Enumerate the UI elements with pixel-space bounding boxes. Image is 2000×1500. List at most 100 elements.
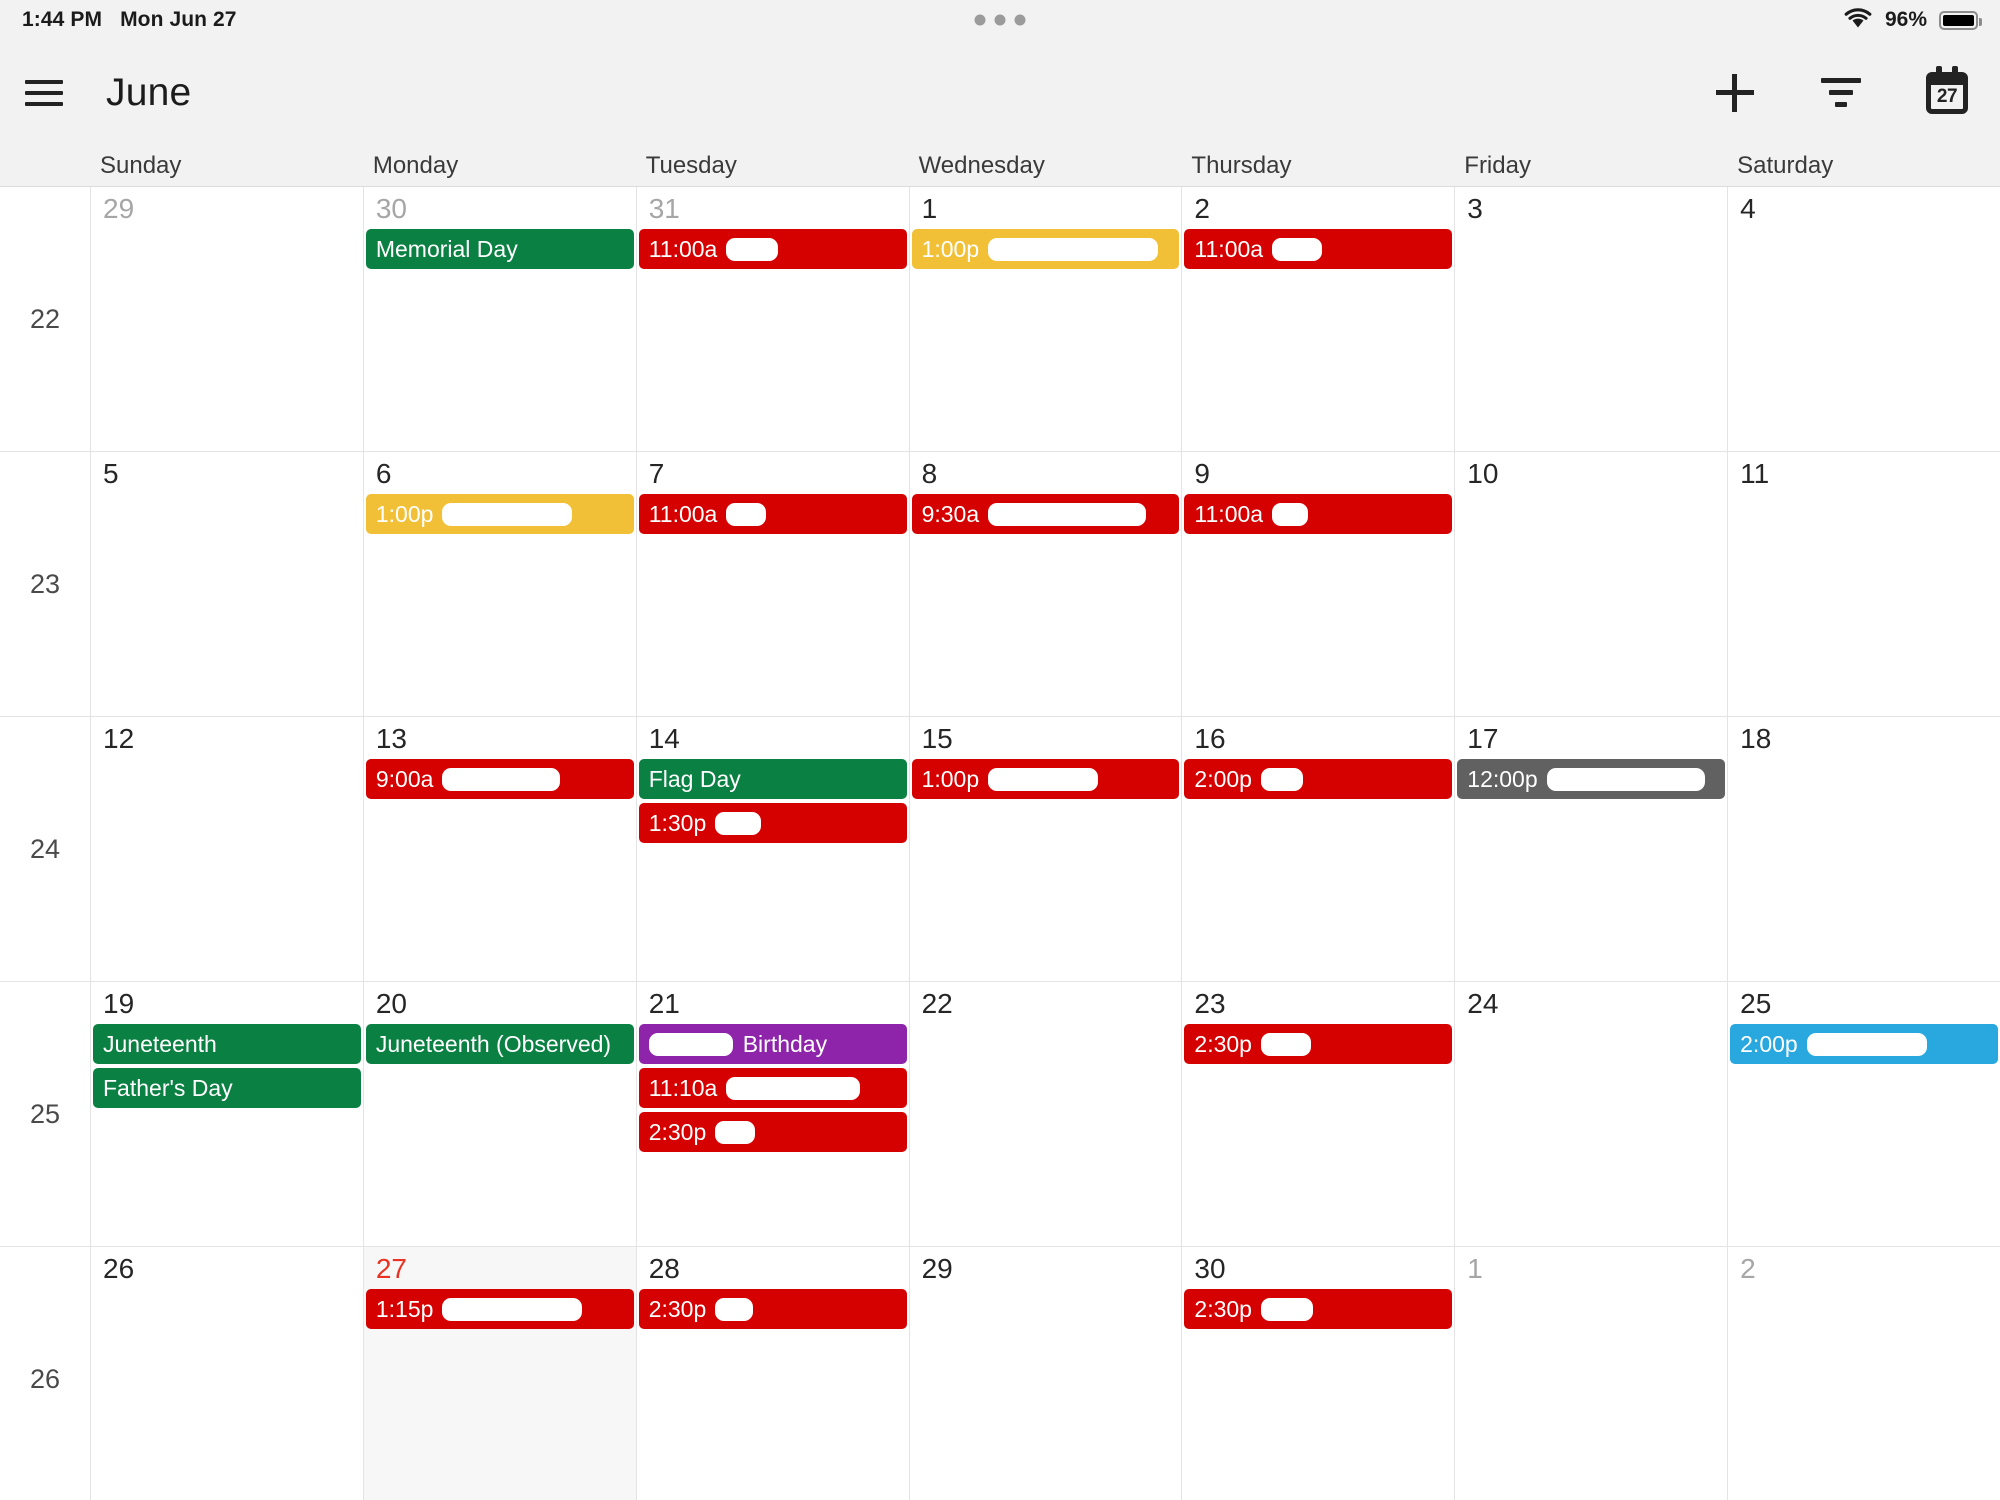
event-time: 1:15p [375, 1295, 434, 1322]
day-cell[interactable]: 1 [1454, 1247, 1727, 1500]
day-cell[interactable]: 11 [1727, 452, 2000, 717]
calendar-event[interactable]: 9:00a [365, 759, 634, 800]
event-title: Father's Day [103, 1074, 233, 1101]
day-cell[interactable]: 3 [1454, 187, 1728, 452]
day-cell[interactable]: 26 [90, 1247, 363, 1500]
day-cell[interactable]: 25 2:00p [1727, 982, 2000, 1247]
app-bar: June 27 [0, 40, 2000, 145]
calendar-event[interactable]: 2:00p [1730, 1024, 1998, 1065]
day-cell[interactable]: 30 Memorial Day [362, 187, 636, 452]
plus-icon [1716, 73, 1754, 112]
day-number: 9 [1194, 458, 1210, 489]
day-cell[interactable]: 27 1:15p [362, 1247, 636, 1500]
day-cell[interactable]: 5 [90, 452, 363, 717]
calendar-event[interactable]: Juneteenth [93, 1024, 361, 1065]
wifi-icon [1843, 7, 1873, 34]
redacted-event-title [1806, 1032, 1927, 1056]
redacted-event-title [715, 1120, 756, 1144]
day-cell[interactable]: 23 2:30p [1181, 982, 1455, 1247]
day-number: 2 [1194, 193, 1210, 224]
calendar-today-icon-number: 27 [1936, 85, 1958, 107]
day-cell[interactable]: 31 11:00a [635, 187, 909, 452]
calendar-event[interactable]: 1:00p [365, 494, 634, 535]
redacted-event-title [442, 767, 561, 791]
calendar-event[interactable]: 11:00a [1184, 229, 1453, 270]
day-cell[interactable]: 22 [908, 982, 1182, 1247]
calendar-event[interactable]: Flag Day [638, 759, 907, 800]
day-cell[interactable]: 15 1:00p [908, 717, 1182, 982]
calendar-event[interactable]: 11:00a [638, 229, 907, 270]
day-cell[interactable]: 28 2:30p [635, 1247, 909, 1500]
day-number: 25 [1740, 988, 1772, 1019]
redacted-event-title [726, 1076, 861, 1100]
day-cell[interactable]: 14 Flag Day 1:30p [635, 717, 909, 982]
redacted-event-title [1260, 767, 1303, 791]
calendar-event[interactable]: 2:30p [638, 1112, 907, 1153]
calendar-event[interactable]: 11:00a [638, 494, 907, 535]
battery-full-icon [1939, 10, 1982, 30]
day-cell[interactable]: 17 12:00p [1454, 717, 1728, 982]
calendar-event[interactable]: 12:00p [1457, 759, 1726, 800]
redacted-event-title [715, 811, 762, 835]
hamburger-menu-icon[interactable] [20, 69, 68, 117]
day-cell[interactable]: 9 11:00a [1181, 452, 1455, 717]
day-cell[interactable]: 19 Juneteenth Father's Day [90, 982, 363, 1247]
day-cell[interactable]: 29 [90, 187, 363, 452]
add-event-button[interactable] [1710, 68, 1760, 118]
day-number: 8 [921, 458, 938, 489]
day-cell[interactable]: 12 [90, 717, 363, 982]
day-number: 16 [1194, 723, 1226, 754]
day-cell[interactable]: 2 [1727, 1247, 2000, 1500]
day-cell[interactable]: 29 [908, 1247, 1182, 1500]
week-number: 22 [0, 187, 90, 452]
calendar-event[interactable]: 2:30p [1184, 1024, 1453, 1065]
calendar-event[interactable]: 11:10a [638, 1068, 907, 1109]
day-number: 23 [1194, 988, 1226, 1019]
weekday-header-tuesday: Tuesday [645, 151, 737, 179]
calendar-event[interactable]: 1:15p [365, 1289, 634, 1330]
calendar-event[interactable]: 2:30p [1184, 1289, 1453, 1330]
day-number: 5 [103, 458, 119, 489]
day-cell[interactable]: 30 2:30p [1181, 1247, 1454, 1500]
day-cell[interactable]: 10 [1454, 452, 1728, 717]
day-cell[interactable]: 8 9:30a [908, 452, 1182, 717]
day-cell[interactable]: 7 11:00a [635, 452, 909, 717]
battery-percent-label: 96% [1884, 8, 1927, 31]
jump-to-today-button[interactable]: 27 [1922, 65, 1972, 118]
day-number: 31 [648, 193, 680, 224]
day-cell[interactable]: 4 [1727, 187, 2000, 452]
calendar-event[interactable]: Father's Day [93, 1068, 361, 1109]
day-number: 6 [375, 458, 392, 489]
calendar-event[interactable]: Birthday [638, 1024, 907, 1065]
day-number: 19 [103, 988, 135, 1019]
day-number: 1 [921, 193, 938, 224]
day-cell[interactable]: 6 1:00p [362, 452, 636, 717]
calendar-event[interactable]: 1:30p [638, 803, 907, 844]
day-cell[interactable]: 24 [1454, 982, 1728, 1247]
redacted-event-title [648, 1032, 733, 1056]
weekday-header-sunday: Sunday [100, 151, 182, 179]
filter-button[interactable] [1816, 68, 1866, 118]
event-time: 2:00p [1194, 765, 1252, 792]
day-cell[interactable]: 20 Juneteenth (Observed) [362, 982, 636, 1247]
redacted-event-title [988, 767, 1099, 791]
day-cell[interactable]: 18 [1727, 717, 2000, 982]
day-cell[interactable]: 16 2:00p [1181, 717, 1455, 982]
calendar-event[interactable]: 2:30p [638, 1289, 907, 1330]
calendar-event[interactable]: 1:00p [911, 229, 1180, 270]
day-number: 26 [103, 1253, 135, 1284]
calendar-event[interactable]: 9:30a [911, 494, 1180, 535]
event-time: 12:00p [1467, 765, 1538, 792]
calendar-event[interactable]: 1:00p [911, 759, 1180, 800]
calendar-event[interactable]: 11:00a [1184, 494, 1453, 535]
day-cell[interactable]: 2 11:00a [1181, 187, 1455, 452]
status-date: Mon Jun 27 [120, 8, 237, 31]
calendar-event[interactable]: Memorial Day [365, 229, 634, 270]
day-number: 13 [375, 723, 407, 754]
day-cell[interactable]: 13 9:00a [362, 717, 636, 982]
calendar-event[interactable]: Juneteenth (Observed) [365, 1024, 634, 1065]
week-number: 26 [0, 1247, 90, 1500]
day-cell[interactable]: 1 1:00p [908, 187, 1182, 452]
day-cell[interactable]: 21 Birthday 11:10a 2:30p [635, 982, 909, 1247]
calendar-event[interactable]: 2:00p [1184, 759, 1453, 800]
